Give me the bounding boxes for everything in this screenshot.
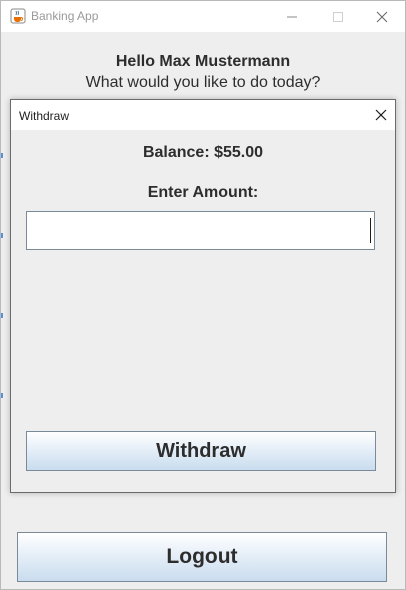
greeting-heading: Hello Max Mustermann bbox=[115, 53, 291, 70]
greeting-subtitle: What would you like to do today? bbox=[85, 74, 321, 91]
minimize-button[interactable] bbox=[269, 1, 315, 32]
withdraw-button[interactable]: Withdraw bbox=[26, 431, 376, 471]
maximize-button[interactable] bbox=[315, 1, 361, 32]
hidden-button-edge bbox=[1, 313, 3, 318]
withdraw-dialog: Withdraw Balance: $55.00 Enter Amount: W… bbox=[10, 99, 396, 493]
maximize-icon bbox=[333, 11, 343, 22]
window-titlebar[interactable]: Banking App bbox=[1, 1, 405, 32]
window-title: Banking App bbox=[31, 9, 99, 23]
minimize-icon bbox=[287, 16, 297, 17]
close-icon bbox=[376, 11, 388, 22]
close-button[interactable] bbox=[359, 1, 405, 32]
amount-label: Enter Amount: bbox=[147, 184, 259, 201]
dialog-titlebar[interactable]: Withdraw bbox=[11, 100, 395, 130]
dialog-close-button[interactable] bbox=[367, 100, 395, 130]
java-cup-icon bbox=[10, 8, 26, 24]
logout-button[interactable]: Logout bbox=[17, 532, 387, 582]
hidden-button-edge bbox=[1, 393, 3, 398]
dialog-title: Withdraw bbox=[19, 109, 70, 123]
text-caret bbox=[370, 218, 371, 243]
hidden-button-edge bbox=[1, 233, 3, 238]
close-icon bbox=[375, 109, 387, 121]
balance-label: Balance: $55.00 bbox=[142, 144, 264, 161]
amount-input[interactable] bbox=[26, 211, 375, 250]
hidden-button-edge bbox=[1, 153, 3, 158]
